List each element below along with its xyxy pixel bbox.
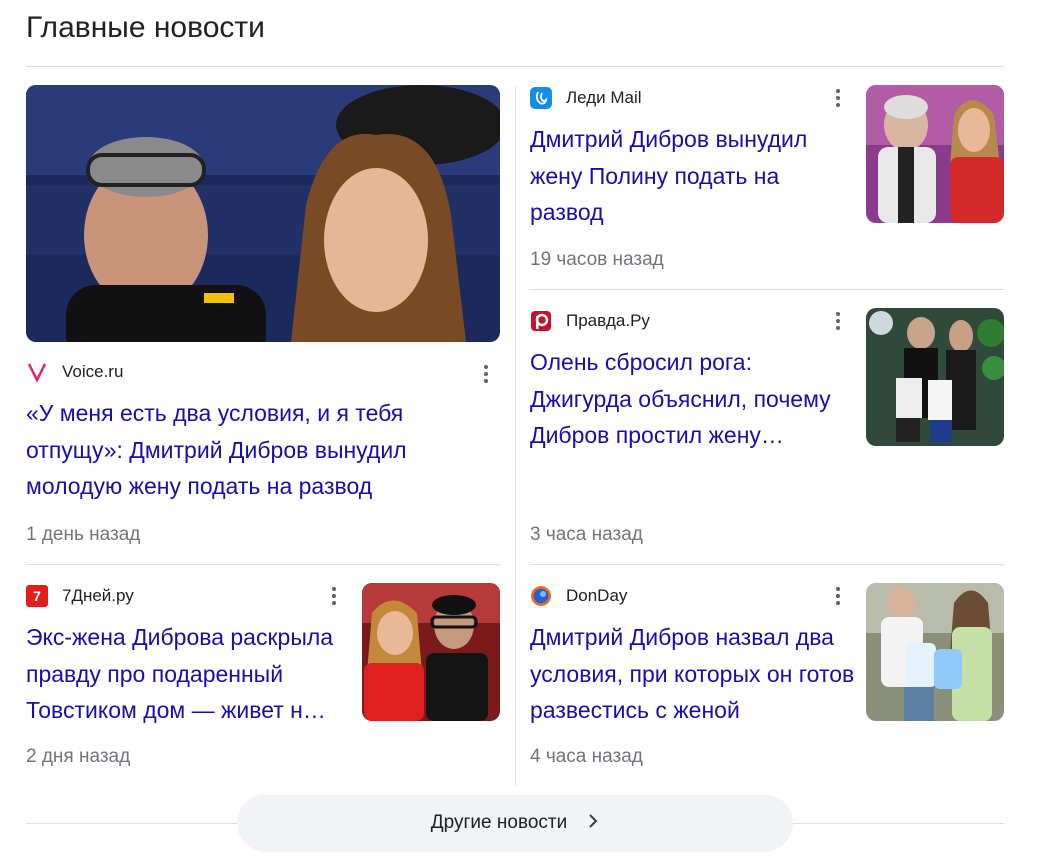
source-name: Леди Mail: [566, 88, 642, 107]
voice-logo-icon: [26, 361, 48, 383]
news-card[interactable]: 7 7Дней.ру Экс-жена Диброва раскрыла пра…: [26, 583, 500, 773]
news-card-featured[interactable]: Voice.ru «У меня есть два условия, и я т…: [26, 85, 500, 555]
article-time: 4 часа назад: [530, 746, 643, 767]
article-time: 19 часов назад: [530, 249, 664, 270]
article-title[interactable]: Олень сбросил рога: Джигурда объяснил, п…: [530, 344, 850, 454]
article-image[interactable]: [26, 85, 500, 342]
article-title[interactable]: «У меня есть два условия, и я тебя отпущ…: [26, 395, 456, 505]
donday-logo-icon: [530, 585, 552, 607]
7days-logo-icon: 7: [26, 585, 48, 607]
more-news-label: Другие новости: [430, 812, 568, 833]
source-name: DonDay: [566, 586, 628, 605]
source-name: Правда.Ру: [566, 311, 650, 330]
ledi-mail-logo-icon: [530, 87, 552, 109]
more-options-icon[interactable]: [322, 584, 346, 608]
divider: [530, 564, 1004, 565]
more-news-button[interactable]: Другие новости: [237, 794, 793, 852]
more-options-icon[interactable]: [474, 362, 498, 386]
article-time: 1 день назад: [26, 524, 141, 545]
article-thumbnail[interactable]: [362, 583, 500, 721]
news-card[interactable]: DonDay Дмитрий Дибров назвал два условия…: [530, 583, 1004, 773]
chevron-right-icon: [587, 812, 599, 835]
article-thumbnail[interactable]: [866, 308, 1004, 446]
divider: [26, 564, 500, 565]
more-options-icon[interactable]: [826, 86, 850, 110]
news-card[interactable]: Леди Mail Дмитрий Дибров вынудил жену По…: [530, 85, 1004, 275]
article-title[interactable]: Дмитрий Дибров назвал два условия, при к…: [530, 619, 856, 729]
more-options-icon[interactable]: [826, 309, 850, 333]
section-title: Главные новости: [26, 11, 265, 44]
source-name: 7Дней.ру: [62, 586, 134, 605]
article-time: 3 часа назад: [530, 524, 643, 545]
source-name: Voice.ru: [62, 362, 124, 381]
article-thumbnail[interactable]: [866, 85, 1004, 223]
article-thumbnail[interactable]: [866, 583, 1004, 721]
divider: [530, 289, 1004, 290]
divider: [26, 66, 1004, 67]
article-title[interactable]: Дмитрий Дибров вынудил жену Полину подат…: [530, 121, 840, 231]
article-title[interactable]: Экс-жена Диброва раскрыла правду про под…: [26, 619, 352, 729]
article-time: 2 дня назад: [26, 746, 131, 767]
pravda-logo-icon: [530, 310, 552, 332]
column-divider: [515, 86, 516, 786]
more-options-icon[interactable]: [826, 584, 850, 608]
news-card[interactable]: Правда.Ру Олень сбросил рога: Джигурда о…: [530, 308, 1004, 548]
